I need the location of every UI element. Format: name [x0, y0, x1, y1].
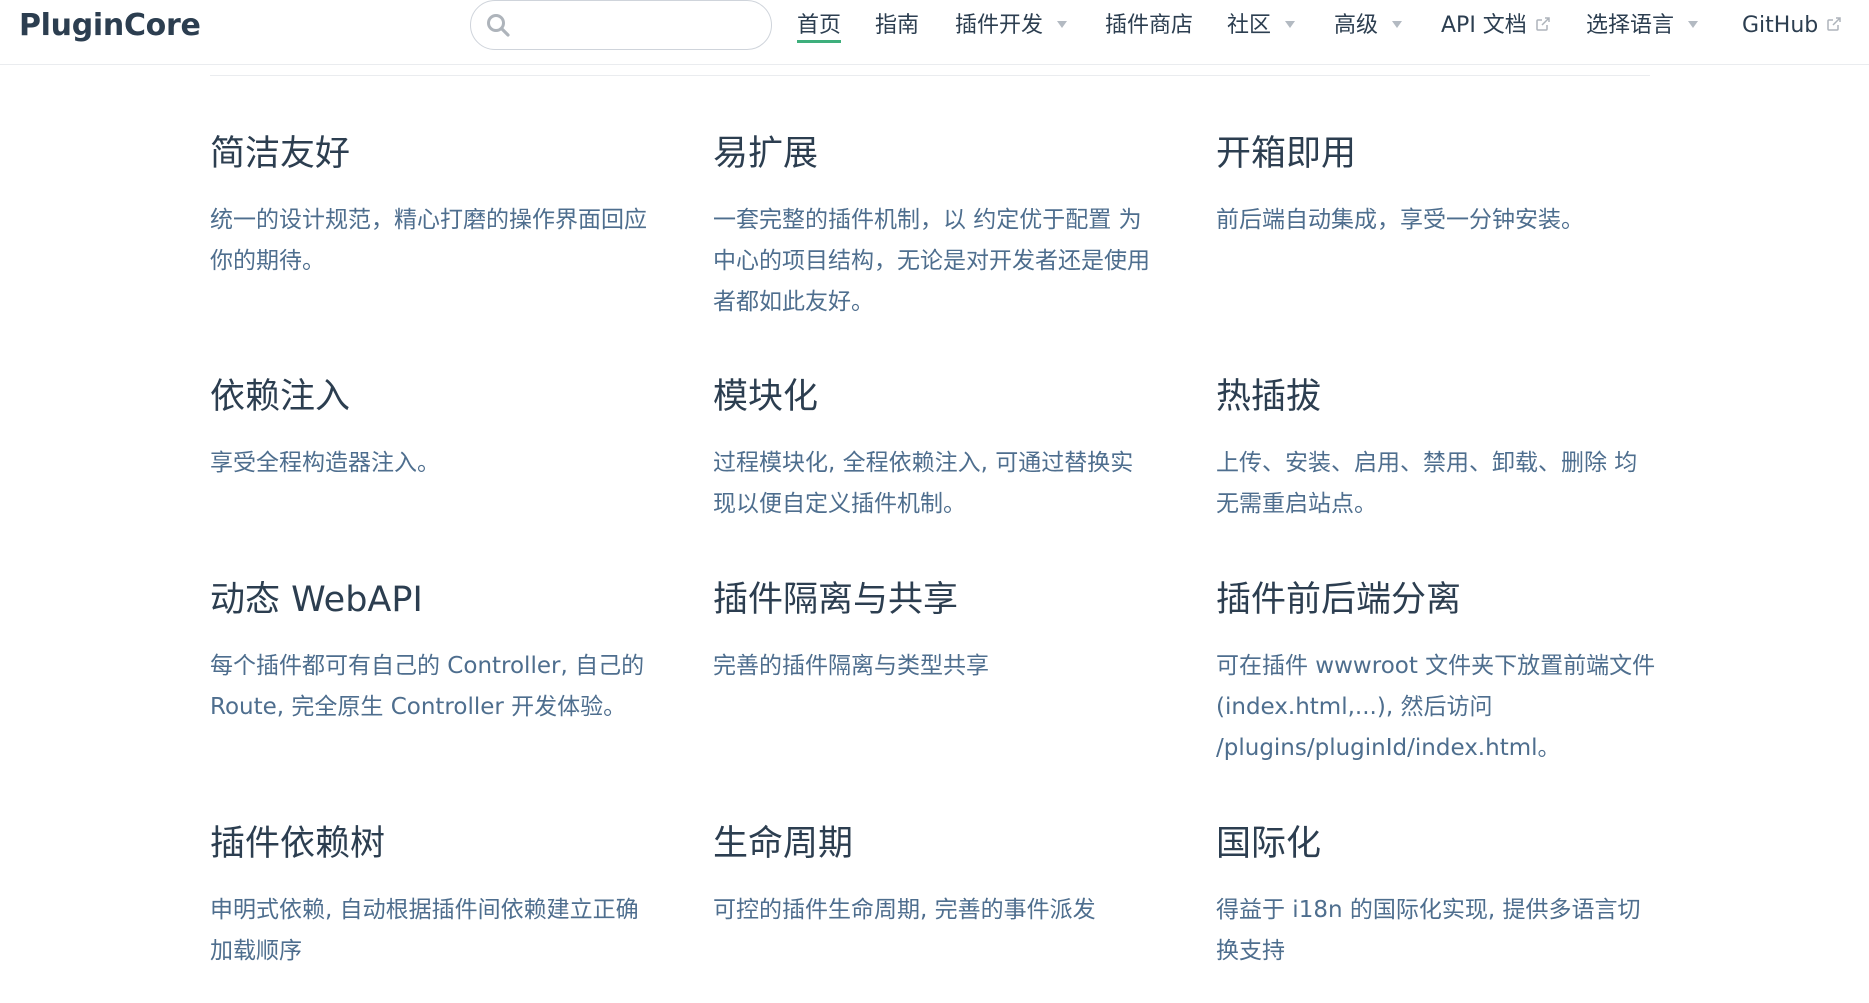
- feature-title: 模块化: [713, 377, 819, 417]
- nav-link-label: 高级: [1334, 13, 1379, 38]
- feature-card: 生命周期 可控的插件生命周期, 完善的事件派发: [713, 820, 1153, 931]
- nav-link-label: 指南: [875, 13, 920, 38]
- feature-title: 简洁友好: [210, 134, 351, 174]
- nav-link-label: 首页: [797, 13, 842, 43]
- nav-dropdown-community[interactable]: 社区: [1227, 8, 1296, 44]
- nav-dropdown-plugin-dev[interactable]: 插件开发: [955, 8, 1068, 44]
- nav-link-plugin-store[interactable]: 插件商店: [1105, 8, 1193, 44]
- feature-title: 插件前后端分离: [1216, 580, 1462, 620]
- feature-details: 得益于 i18n 的国际化实现, 提供多语言切换支持: [1216, 897, 1641, 964]
- feature-card: 热插拔 上传、安装、启用、禁用、卸载、删除 均无需重启站点。: [1216, 373, 1656, 525]
- nav-link-api-docs[interactable]: API 文档: [1441, 8, 1551, 44]
- feature-details: 前后端自动集成，享受一分钟安装。: [1216, 207, 1584, 233]
- nav-link-home[interactable]: 首页: [797, 8, 842, 44]
- feature-details: 可控的插件生命周期, 完善的事件派发: [713, 897, 1096, 923]
- search-box[interactable]: [470, 0, 772, 50]
- feature-card: 插件依赖树 申明式依赖, 自动根据插件间依赖建立正确加载顺序: [210, 820, 650, 972]
- feature-title: 依赖注入: [210, 377, 351, 417]
- feature-card: 易扩展 一套完整的插件机制，以 约定优于配置 为中心的项目结构，无论是对开发者还…: [713, 130, 1153, 323]
- feature-title: 热插拔: [1216, 377, 1322, 417]
- external-link-icon: [1827, 17, 1841, 31]
- feature-details: 一套完整的插件机制，以 约定优于配置 为中心的项目结构，无论是对开发者还是使用者…: [713, 207, 1150, 315]
- search-input[interactable]: [523, 9, 757, 43]
- nav-dropdown-language[interactable]: 选择语言: [1586, 8, 1699, 44]
- feature-title: 易扩展: [713, 134, 819, 174]
- hero-divider: [210, 75, 1650, 76]
- feature-card: 动态 WebAPI 每个插件都可有自己的 Controller, 自己的 Rou…: [210, 576, 650, 728]
- feature-card: 插件隔离与共享 完善的插件隔离与类型共享: [713, 576, 1153, 687]
- nav-link-label: 选择语言: [1586, 13, 1675, 38]
- feature-title: 动态 WebAPI: [210, 580, 423, 620]
- feature-title: 开箱即用: [1216, 134, 1357, 174]
- feature-card: 插件前后端分离 可在插件 wwwroot 文件夹下放置前端文件 (index.h…: [1216, 576, 1656, 769]
- chevron-down-icon: [1057, 20, 1068, 28]
- feature-card: 模块化 过程模块化, 全程依赖注入, 可通过替换实现以便自定义插件机制。: [713, 373, 1153, 525]
- feature-details: 每个插件都可有自己的 Controller, 自己的 Route, 完全原生 C…: [210, 653, 645, 720]
- nav-link-github[interactable]: GitHub: [1742, 8, 1842, 44]
- feature-details: 申明式依赖, 自动根据插件间依赖建立正确加载顺序: [210, 897, 639, 964]
- feature-details: 过程模块化, 全程依赖注入, 可通过替换实现以便自定义插件机制。: [713, 450, 1134, 517]
- feature-details: 享受全程构造器注入。: [210, 450, 440, 476]
- feature-card: 依赖注入 享受全程构造器注入。: [210, 373, 650, 484]
- nav-link-label: 插件开发: [955, 13, 1044, 38]
- feature-title: 插件隔离与共享: [713, 580, 959, 620]
- feature-details: 完善的插件隔离与类型共享: [713, 653, 989, 679]
- feature-title: 国际化: [1216, 824, 1322, 864]
- feature-title: 插件依赖树: [210, 824, 386, 864]
- feature-details: 可在插件 wwwroot 文件夹下放置前端文件 (index.html,...)…: [1216, 653, 1656, 761]
- feature-details: 统一的设计规范，精心打磨的操作界面回应你的期待。: [210, 207, 647, 274]
- search-icon: [487, 14, 510, 37]
- nav-link-label: 插件商店: [1105, 13, 1194, 38]
- nav-link-guide[interactable]: 指南: [875, 8, 919, 44]
- site-name-logo[interactable]: PluginCore: [19, 8, 201, 43]
- chevron-down-icon: [1688, 20, 1699, 28]
- external-link-icon: [1536, 17, 1550, 31]
- chevron-down-icon: [1392, 20, 1403, 28]
- nav-link-label: API 文档: [1441, 13, 1527, 38]
- chevron-down-icon: [1285, 20, 1296, 28]
- feature-card: 国际化 得益于 i18n 的国际化实现, 提供多语言切换支持: [1216, 820, 1656, 972]
- feature-card: 开箱即用 前后端自动集成，享受一分钟安装。: [1216, 130, 1656, 241]
- navbar: PluginCore 首页 指南 插件开发 插件商店 社区 高级 API 文档: [0, 0, 1869, 65]
- feature-title: 生命周期: [713, 824, 854, 864]
- feature-details: 上传、安装、启用、禁用、卸载、删除 均无需重启站点。: [1216, 450, 1638, 517]
- nav-link-label: GitHub: [1742, 13, 1819, 38]
- nav-dropdown-advanced[interactable]: 高级: [1334, 8, 1403, 44]
- nav-link-label: 社区: [1227, 13, 1272, 38]
- feature-card: 简洁友好 统一的设计规范，精心打磨的操作界面回应你的期待。: [210, 130, 650, 282]
